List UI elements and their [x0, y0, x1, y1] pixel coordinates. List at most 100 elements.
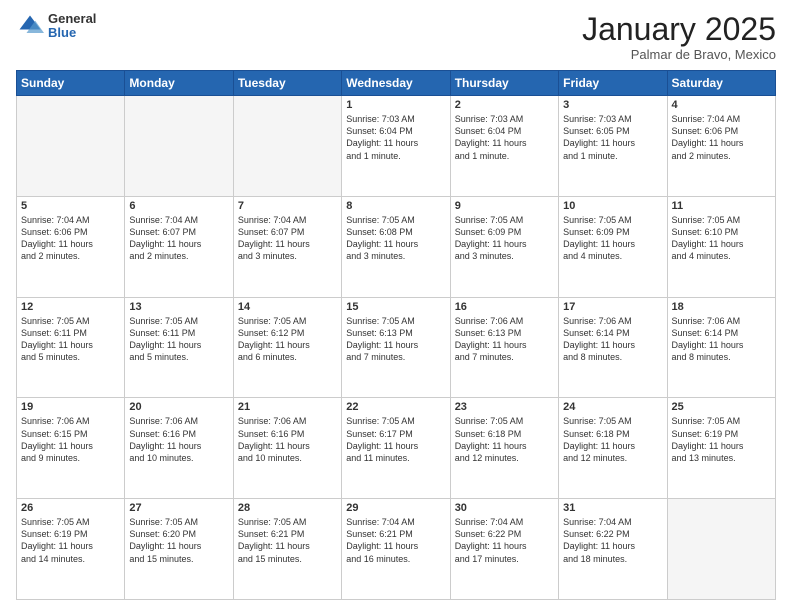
calendar-cell: 12 Sunrise: 7:05 AM Sunset: 6:11 PM Dayli…	[17, 297, 125, 398]
calendar-cell: 15Sunrise: 7:05 AM Sunset: 6:13 PM Dayli…	[342, 297, 450, 398]
weekday-header-tuesday: Tuesday	[233, 71, 341, 96]
logo: General Blue	[16, 12, 96, 41]
cell-content: Sunrise: 7:05 AM Sunset: 6:17 PM Dayligh…	[346, 415, 445, 464]
day-number: 5	[21, 200, 120, 212]
day-number: 23	[455, 401, 554, 413]
day-number: 22	[346, 401, 445, 413]
calendar-cell	[17, 96, 125, 197]
cell-content: Sunrise: 7:05 AM Sunset: 6:18 PM Dayligh…	[563, 415, 662, 464]
day-number: 31	[563, 502, 662, 514]
cell-content: Sunrise: 7:05 AM Sunset: 6:10 PM Dayligh…	[672, 214, 771, 263]
calendar-cell: 22 Sunrise: 7:05 AM Sunset: 6:17 PM Dayli…	[342, 398, 450, 499]
calendar-week-4: 19 Sunrise: 7:06 AM Sunset: 6:15 PM Dayli…	[17, 398, 776, 499]
day-number: 19	[21, 401, 120, 413]
day-number: 7	[238, 200, 337, 212]
weekday-header-sunday: Sunday	[17, 71, 125, 96]
day-number: 28	[238, 502, 337, 514]
cell-content: Sunrise: 7:05 AM Sunset: 6:11 PM Dayligh…	[129, 315, 228, 364]
cell-content: Sunrise: 7:06 AM Sunset: 6:15 PM Dayligh…	[21, 415, 120, 464]
weekday-header-row: SundayMondayTuesdayWednesdayThursdayFrid…	[17, 71, 776, 96]
calendar-cell: 30 Sunrise: 7:04 AM Sunset: 6:22 PM Dayli…	[450, 499, 558, 600]
cell-content: Sunrise: 7:04 AM Sunset: 6:22 PM Dayligh…	[563, 516, 662, 565]
cell-content: Sunrise: 7:04 AM Sunset: 6:21 PM Dayligh…	[346, 516, 445, 565]
day-number: 24	[563, 401, 662, 413]
calendar-cell: 8Sunrise: 7:05 AM Sunset: 6:08 PM Daylig…	[342, 196, 450, 297]
cell-content: Sunrise: 7:06 AM Sunset: 6:14 PM Dayligh…	[672, 315, 771, 364]
calendar-cell: 16Sunrise: 7:06 AM Sunset: 6:13 PM Dayli…	[450, 297, 558, 398]
calendar-location: Palmar de Bravo, Mexico	[582, 47, 776, 62]
cell-content: Sunrise: 7:05 AM Sunset: 6:11 PM Dayligh…	[21, 315, 120, 364]
calendar-cell: 13 Sunrise: 7:05 AM Sunset: 6:11 PM Dayli…	[125, 297, 233, 398]
day-number: 8	[346, 200, 445, 212]
calendar-week-3: 12 Sunrise: 7:05 AM Sunset: 6:11 PM Dayli…	[17, 297, 776, 398]
calendar-cell: 28 Sunrise: 7:05 AM Sunset: 6:21 PM Dayli…	[233, 499, 341, 600]
calendar-week-5: 26Sunrise: 7:05 AM Sunset: 6:19 PM Dayli…	[17, 499, 776, 600]
logo-blue-text: Blue	[48, 26, 96, 40]
calendar-cell: 1Sunrise: 7:03 AM Sunset: 6:04 PM Daylig…	[342, 96, 450, 197]
logo-general-text: General	[48, 12, 96, 26]
day-number: 17	[563, 301, 662, 313]
cell-content: Sunrise: 7:05 AM Sunset: 6:20 PM Dayligh…	[129, 516, 228, 565]
day-number: 2	[455, 99, 554, 111]
page: General Blue January 2025 Palmar de Brav…	[0, 0, 792, 612]
calendar-cell: 23Sunrise: 7:05 AM Sunset: 6:18 PM Dayli…	[450, 398, 558, 499]
calendar-week-1: 1Sunrise: 7:03 AM Sunset: 6:04 PM Daylig…	[17, 96, 776, 197]
calendar-table: SundayMondayTuesdayWednesdayThursdayFrid…	[16, 70, 776, 600]
day-number: 26	[21, 502, 120, 514]
weekday-header-monday: Monday	[125, 71, 233, 96]
calendar-cell: 25 Sunrise: 7:05 AM Sunset: 6:19 PM Dayli…	[667, 398, 775, 499]
cell-content: Sunrise: 7:04 AM Sunset: 6:07 PM Dayligh…	[238, 214, 337, 263]
day-number: 3	[563, 99, 662, 111]
day-number: 18	[672, 301, 771, 313]
header: General Blue January 2025 Palmar de Brav…	[16, 12, 776, 62]
calendar-week-2: 5Sunrise: 7:04 AM Sunset: 6:06 PM Daylig…	[17, 196, 776, 297]
title-block: January 2025 Palmar de Bravo, Mexico	[582, 12, 776, 62]
weekday-header-friday: Friday	[559, 71, 667, 96]
day-number: 11	[672, 200, 771, 212]
calendar-cell: 2 Sunrise: 7:03 AM Sunset: 6:04 PM Daylig…	[450, 96, 558, 197]
cell-content: Sunrise: 7:06 AM Sunset: 6:16 PM Dayligh…	[129, 415, 228, 464]
calendar-cell: 5Sunrise: 7:04 AM Sunset: 6:06 PM Daylig…	[17, 196, 125, 297]
cell-content: Sunrise: 7:05 AM Sunset: 6:09 PM Dayligh…	[563, 214, 662, 263]
calendar-cell	[233, 96, 341, 197]
cell-content: Sunrise: 7:06 AM Sunset: 6:16 PM Dayligh…	[238, 415, 337, 464]
cell-content: Sunrise: 7:05 AM Sunset: 6:21 PM Dayligh…	[238, 516, 337, 565]
cell-content: Sunrise: 7:03 AM Sunset: 6:04 PM Dayligh…	[455, 113, 554, 162]
calendar-cell: 4 Sunrise: 7:04 AM Sunset: 6:06 PM Daylig…	[667, 96, 775, 197]
calendar-cell: 18 Sunrise: 7:06 AM Sunset: 6:14 PM Dayli…	[667, 297, 775, 398]
logo-text: General Blue	[48, 12, 96, 41]
calendar-cell: 20 Sunrise: 7:06 AM Sunset: 6:16 PM Dayli…	[125, 398, 233, 499]
cell-content: Sunrise: 7:04 AM Sunset: 6:07 PM Dayligh…	[129, 214, 228, 263]
calendar-cell	[125, 96, 233, 197]
logo-icon	[16, 12, 44, 40]
cell-content: Sunrise: 7:05 AM Sunset: 6:09 PM Dayligh…	[455, 214, 554, 263]
calendar-cell: 9 Sunrise: 7:05 AM Sunset: 6:09 PM Daylig…	[450, 196, 558, 297]
day-number: 4	[672, 99, 771, 111]
day-number: 25	[672, 401, 771, 413]
cell-content: Sunrise: 7:05 AM Sunset: 6:19 PM Dayligh…	[672, 415, 771, 464]
weekday-header-saturday: Saturday	[667, 71, 775, 96]
cell-content: Sunrise: 7:04 AM Sunset: 6:06 PM Dayligh…	[672, 113, 771, 162]
day-number: 6	[129, 200, 228, 212]
cell-content: Sunrise: 7:03 AM Sunset: 6:05 PM Dayligh…	[563, 113, 662, 162]
calendar-cell: 26Sunrise: 7:05 AM Sunset: 6:19 PM Dayli…	[17, 499, 125, 600]
cell-content: Sunrise: 7:04 AM Sunset: 6:22 PM Dayligh…	[455, 516, 554, 565]
cell-content: Sunrise: 7:05 AM Sunset: 6:12 PM Dayligh…	[238, 315, 337, 364]
day-number: 21	[238, 401, 337, 413]
weekday-header-thursday: Thursday	[450, 71, 558, 96]
calendar-cell	[667, 499, 775, 600]
calendar-cell: 17 Sunrise: 7:06 AM Sunset: 6:14 PM Dayli…	[559, 297, 667, 398]
calendar-cell: 7 Sunrise: 7:04 AM Sunset: 6:07 PM Daylig…	[233, 196, 341, 297]
day-number: 15	[346, 301, 445, 313]
calendar-cell: 31 Sunrise: 7:04 AM Sunset: 6:22 PM Dayli…	[559, 499, 667, 600]
day-number: 16	[455, 301, 554, 313]
calendar-cell: 27Sunrise: 7:05 AM Sunset: 6:20 PM Dayli…	[125, 499, 233, 600]
day-number: 20	[129, 401, 228, 413]
day-number: 12	[21, 301, 120, 313]
calendar-cell: 24 Sunrise: 7:05 AM Sunset: 6:18 PM Dayli…	[559, 398, 667, 499]
cell-content: Sunrise: 7:06 AM Sunset: 6:14 PM Dayligh…	[563, 315, 662, 364]
calendar-cell: 21 Sunrise: 7:06 AM Sunset: 6:16 PM Dayli…	[233, 398, 341, 499]
day-number: 13	[129, 301, 228, 313]
day-number: 9	[455, 200, 554, 212]
day-number: 30	[455, 502, 554, 514]
